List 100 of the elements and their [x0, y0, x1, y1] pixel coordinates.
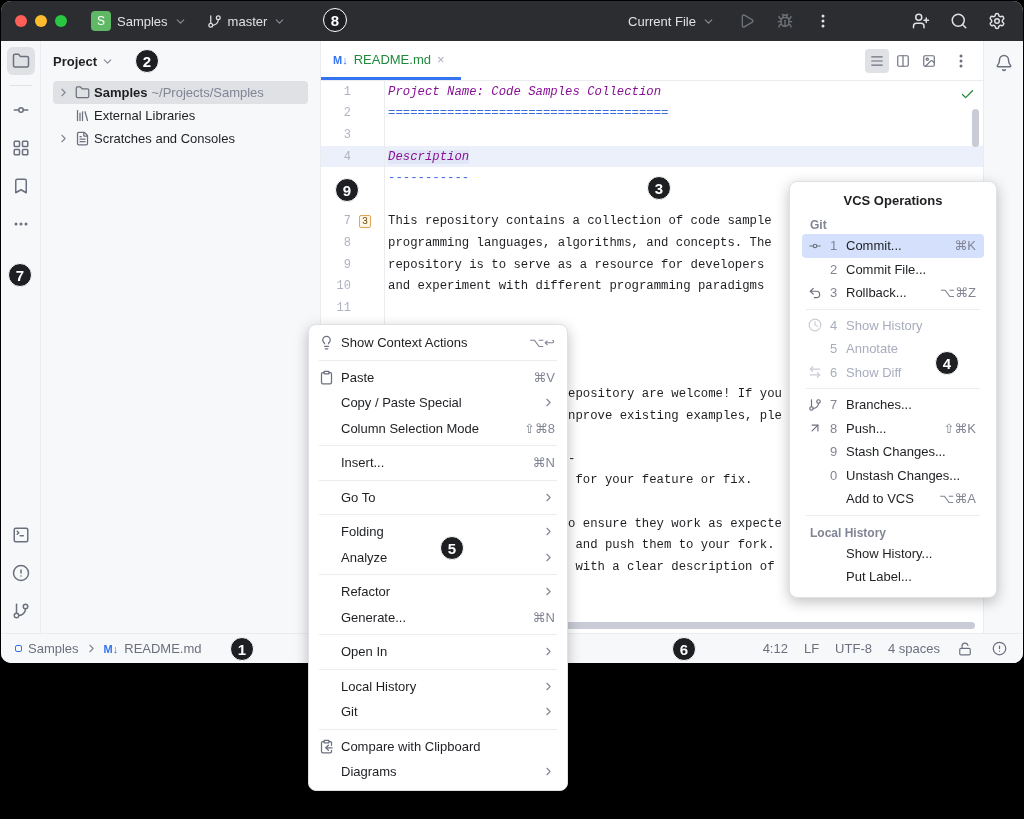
mnemonic-number: 1	[830, 238, 839, 254]
menu-item-label: Push...	[845, 420, 888, 436]
code-line: o ensure they work as expecte	[568, 516, 782, 531]
shortcut: ⌥⌘A	[939, 491, 976, 507]
menu-item[interactable]: 9 Stash Changes...	[802, 440, 954, 464]
code-line: and push them to your fork.	[574, 538, 775, 553]
module-icon	[15, 645, 22, 652]
lines-icon	[870, 53, 884, 68]
line-number: 1	[342, 84, 351, 99]
menu-item[interactable]: Go To	[319, 484, 376, 510]
code-line: for your feature or fix.	[574, 473, 753, 488]
bug-icon	[777, 13, 793, 29]
tree-item-label: External Libraries	[94, 108, 196, 123]
menu-item[interactable]: Show History...	[802, 541, 941, 565]
popup-title: VCS Operations	[842, 192, 944, 210]
line-number: 9	[342, 257, 351, 272]
shortcut: ⌘K	[954, 238, 976, 254]
tree-item[interactable]: Samples ~/Projects/Samples	[53, 81, 308, 104]
scrollbar[interactable]	[972, 109, 979, 147]
menu-item[interactable]: Add to VCS ⌥⌘A	[802, 487, 984, 511]
menu-item[interactable]: 0 Unstash Changes...	[802, 463, 969, 487]
tab-label: README.md	[353, 52, 431, 67]
code-line: -----------	[388, 171, 470, 186]
menu-item[interactable]: Column Selection Mode	[319, 415, 480, 441]
menu-item[interactable]: Folding	[319, 519, 384, 545]
menu-item[interactable]: Put Label...	[802, 565, 920, 589]
menu-item-label: Annotate	[845, 341, 899, 357]
run-configuration[interactable]: Current File	[628, 13, 715, 29]
run-configuration-label: Current File	[628, 13, 696, 29]
maximize-window-button[interactable]	[55, 15, 67, 27]
line-number: 11	[335, 300, 351, 315]
lock-icon	[958, 641, 972, 656]
status-item[interactable]: 4 spaces	[882, 641, 945, 656]
menu-item[interactable]: Show Context Actions	[319, 330, 468, 356]
status-item[interactable]: UTF-8	[830, 641, 877, 656]
branch-icon	[11, 602, 30, 620]
mnemonic-number: 3	[830, 285, 839, 301]
branch-switcher[interactable]: master	[206, 13, 287, 29]
menu-item[interactable]: Compare with Clipboard	[319, 733, 481, 759]
menu-item[interactable]: Insert...	[319, 450, 385, 476]
view-mode-button[interactable]	[865, 48, 889, 73]
status-item[interactable]: 4:12	[757, 641, 793, 656]
structure-icon	[11, 139, 30, 157]
menu-item[interactable]: Copy / Paste Special	[319, 390, 462, 416]
minimize-window-button[interactable]	[35, 15, 47, 27]
status-item[interactable]: LF	[798, 641, 825, 656]
library-icon	[75, 108, 90, 123]
menu-item-label: Commit File...	[845, 261, 927, 277]
shortcut: ⌘N	[532, 455, 555, 471]
lightbulb-icon	[319, 335, 334, 351]
menu-item[interactable]: 7 Branches...	[802, 393, 920, 417]
mnemonic-number: 7	[830, 397, 839, 413]
project-badge: S	[91, 11, 111, 31]
menu-item-label: Commit...	[845, 238, 903, 254]
panel-title[interactable]: Project	[53, 53, 98, 69]
mnemonic-number: 5	[830, 341, 839, 357]
menu-item[interactable]: Paste	[319, 364, 375, 390]
menu-item[interactable]: 3 Rollback... ⌥⌘Z	[802, 281, 984, 305]
menu-item[interactable]: Local History	[319, 673, 417, 699]
line-number: 8	[342, 235, 351, 250]
folder-button[interactable]	[6, 47, 35, 75]
markdown-icon: M↓	[333, 53, 348, 66]
menu-item-label: Rollback...	[845, 285, 908, 301]
menu-item[interactable]: 8 Push... ⇧⌘K	[802, 416, 984, 440]
menu-item[interactable]: Git	[319, 699, 358, 725]
menu-item[interactable]: 1 Commit... ⌘K	[802, 234, 984, 258]
undo-icon	[808, 285, 822, 300]
menu-item-label: Show Diff	[845, 364, 902, 380]
line-number: 7	[342, 214, 351, 229]
breadcrumb[interactable]: README.md	[124, 641, 202, 656]
shortcut: ⌥⌘Z	[940, 285, 976, 301]
add-user-icon	[912, 12, 930, 30]
branch-icon	[808, 397, 822, 412]
line-number: 10	[335, 279, 351, 294]
project-switcher[interactable]: S Samples	[91, 11, 187, 31]
menu-item-label: Unstash Changes...	[845, 467, 961, 483]
mnemonic-number: 4	[830, 317, 839, 333]
project-name: Samples	[117, 13, 168, 29]
markdown-icon: M↓	[103, 642, 119, 655]
menu-item[interactable]: Analyze	[319, 544, 388, 570]
line-number: 2	[342, 106, 351, 121]
tree-item[interactable]: External Libraries	[53, 104, 308, 127]
menu-item[interactable]: Refactor	[319, 579, 391, 605]
menu-item[interactable]: 2 Commit File...	[802, 257, 935, 281]
tree-item-label: Samples	[94, 85, 148, 100]
tree-item[interactable]: Scratches and Consoles	[53, 127, 308, 150]
editor-tab[interactable]: M↓ README.md ×	[321, 42, 461, 80]
code-line: and experiment with different programming paradigms	[388, 279, 765, 294]
arrows-icon	[808, 365, 822, 380]
breadcrumb[interactable]: Samples	[28, 641, 79, 656]
mnemonic-number: 2	[830, 261, 839, 277]
close-window-button[interactable]	[15, 15, 27, 27]
terminal-icon	[11, 526, 30, 544]
menu-item[interactable]: Diagrams	[319, 759, 397, 785]
split-view-icon	[896, 53, 910, 68]
menu-item[interactable]: Generate...	[319, 604, 407, 630]
code-line: This repository contains a collection of code sample	[388, 214, 772, 229]
menu-item[interactable]: Open In	[319, 639, 388, 665]
settings-icon	[988, 12, 1006, 30]
code-line: Project Name: Code Samples Collection	[388, 84, 662, 99]
